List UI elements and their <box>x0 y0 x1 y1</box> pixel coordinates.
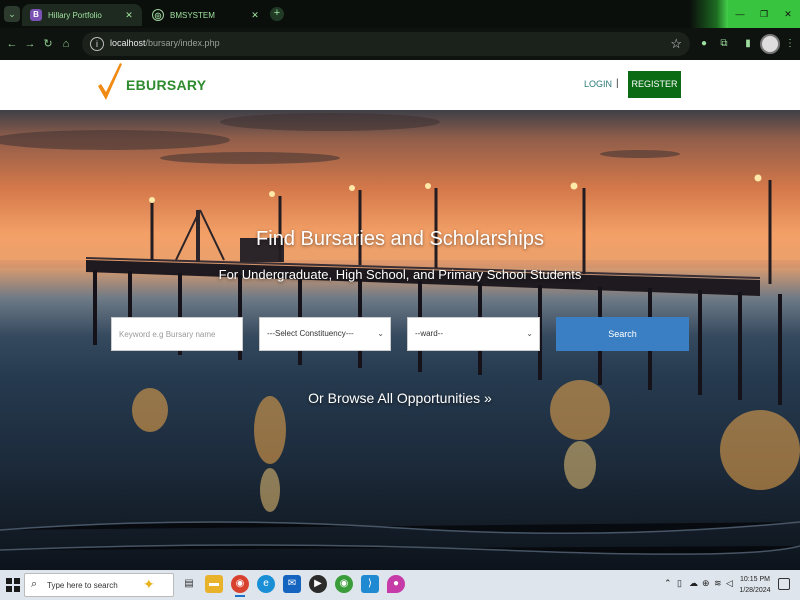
close-tab-icon[interactable]: ✕ <box>250 10 260 21</box>
windows-taskbar: ⌕ Type here to search ✦ ▤ ▬ ◉ e ✉ ▶ ◉ ⟩ … <box>0 570 800 600</box>
notification-icon[interactable] <box>778 578 790 590</box>
home-icon[interactable]: ⌂ <box>58 36 74 52</box>
record-icon[interactable]: ● <box>696 36 712 52</box>
search-icon: ⌕ <box>31 578 38 590</box>
wifi-icon[interactable]: ≋ <box>714 578 722 589</box>
site-info-icon[interactable]: i <box>90 37 104 51</box>
url-field[interactable]: i localhost/bursary/index.php ☆ <box>82 32 690 56</box>
ward-selected-value: --ward-- <box>415 329 443 338</box>
close-window-button[interactable]: ✕ <box>776 0 800 28</box>
color-app-icon[interactable]: ● <box>387 575 405 593</box>
edge-icon[interactable]: e <box>257 575 275 593</box>
hero-subtitle: For Undergraduate, High School, and Prim… <box>218 267 582 282</box>
media-player-icon[interactable]: ▶ <box>309 575 327 593</box>
clock-time: 10:15 PM <box>740 576 770 583</box>
chevron-down-icon: ⌄ <box>526 329 533 338</box>
sparkle-icon: ✦ <box>143 576 155 592</box>
constituency-selected-value: ---Select Constituency--- <box>267 329 354 338</box>
close-tab-icon[interactable]: ✕ <box>124 10 134 21</box>
minimize-button[interactable]: — <box>728 0 752 28</box>
tab-bmsystem[interactable]: ◎ BMSYSTEM ✕ <box>144 4 268 26</box>
battery-icon[interactable]: ▯ <box>677 578 682 589</box>
taskbar-search-box[interactable]: ⌕ Type here to search ✦ <box>24 573 174 597</box>
extensions-icon[interactable]: ⧉ <box>716 36 732 52</box>
search-button[interactable]: Search <box>556 317 689 351</box>
new-tab-button[interactable]: + <box>270 7 284 21</box>
ward-select[interactable]: --ward-- ⌄ <box>407 317 540 351</box>
hero-section: Find Bursaries and Scholarships For Unde… <box>0 110 800 570</box>
chrome-canary-icon[interactable]: ◉ <box>335 575 353 593</box>
reload-icon[interactable]: ↻ <box>40 36 56 52</box>
volume-icon[interactable]: ◁ <box>726 578 733 589</box>
maximize-button[interactable]: ❐ <box>752 0 776 28</box>
tab-hillary-portfolio[interactable]: B Hillary Portfolio ✕ <box>22 4 142 26</box>
bootstrap-favicon-icon: B <box>30 9 42 21</box>
vscode-icon[interactable]: ⟩ <box>361 575 379 593</box>
chevron-down-icon: ⌄ <box>377 329 384 338</box>
file-explorer-icon[interactable]: ▬ <box>205 575 223 593</box>
profile-avatar[interactable] <box>760 34 780 54</box>
forward-icon[interactable]: → <box>22 36 38 52</box>
browse-all-link[interactable]: Or Browse All Opportunities » <box>0 390 800 406</box>
chrome-icon[interactable]: ◉ <box>231 575 249 597</box>
tab-title: BMSYSTEM <box>170 10 215 20</box>
mail-icon[interactable]: ✉ <box>283 575 301 593</box>
network-globe-icon[interactable]: ⊕ <box>702 578 710 589</box>
keyword-search-input[interactable] <box>111 317 243 351</box>
tab-search-icon[interactable]: ⌄ <box>4 6 20 22</box>
cloud-icon[interactable]: ☁ <box>689 578 698 589</box>
site-logo[interactable]: EBURSARY <box>126 77 206 93</box>
hero-title: Find Bursaries and Scholarships <box>256 228 544 250</box>
globe-favicon-icon: ◎ <box>152 9 164 21</box>
url-text: localhost/bursary/index.php <box>110 38 220 48</box>
tab-title: Hillary Portfolio <box>48 10 102 20</box>
side-panel-icon[interactable]: ▮ <box>740 36 756 52</box>
login-link[interactable]: LOGIN <box>584 79 612 89</box>
bookmark-star-icon[interactable]: ☆ <box>670 36 682 52</box>
taskbar-search-placeholder: Type here to search <box>47 581 118 590</box>
register-button[interactable]: REGISTER <box>628 71 681 98</box>
menu-kebab-icon[interactable]: ⋮ <box>782 36 798 52</box>
checkmark-logo-icon <box>98 63 122 100</box>
clock-date: 1/28/2024 <box>739 587 771 594</box>
back-icon[interactable]: ← <box>4 36 20 52</box>
address-bar-row: ← → ↻ ⌂ i localhost/bursary/index.php ☆ … <box>0 28 800 60</box>
system-clock[interactable]: 10:15 PM 1/28/2024 <box>738 574 772 596</box>
nav-separator: | <box>616 78 619 89</box>
browser-tab-bar: ⌄ B Hillary Portfolio ✕ ◎ BMSYSTEM ✕ + —… <box>0 0 800 60</box>
constituency-select[interactable]: ---Select Constituency--- ⌄ <box>259 317 391 351</box>
task-view-icon[interactable]: ▤ <box>180 575 198 593</box>
show-hidden-icons-chevron-icon[interactable]: ⌃ <box>664 578 672 589</box>
windows-start-icon[interactable] <box>6 578 20 592</box>
